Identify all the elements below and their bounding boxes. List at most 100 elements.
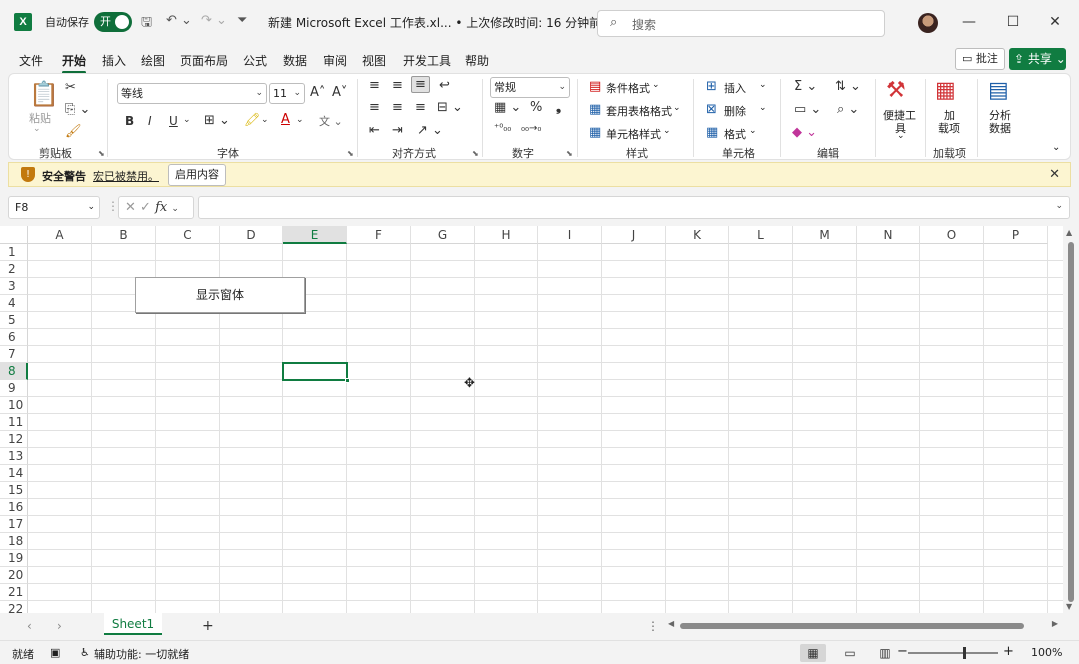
undo-icon[interactable]: ↶ ⌄ [166,13,192,28]
redo-icon[interactable]: ↷ ⌄ [201,13,227,28]
chevron-down-icon[interactable]: ⌄ [183,115,191,125]
row-header[interactable]: 14 [0,465,28,482]
copy-icon[interactable]: ⎘ ⌄ [65,102,90,117]
show-form-button[interactable]: 显示窗体 [135,277,305,313]
column-header[interactable]: J [602,226,666,244]
find-select-icon[interactable]: ⌕ ⌄ [837,102,859,117]
column-header[interactable]: O [920,226,984,244]
scroll-right-icon[interactable]: ▶ [1052,619,1058,628]
column-header[interactable]: A [28,226,92,244]
document-title[interactable]: 新建 Microsoft Excel 工作表.xl... • 上次修改时间: 1… [268,14,614,31]
page-break-view-icon[interactable]: ▥ [872,644,898,662]
conditional-format-button[interactable]: 条件格式 [606,80,650,96]
comments-button[interactable]: ▭ 批注 [955,48,1005,70]
tab-developer[interactable]: 开发工具 [403,52,451,69]
percent-icon[interactable]: % [530,100,542,115]
row-header[interactable]: 10 [0,397,28,414]
maximize-button[interactable]: ☐ [998,10,1028,34]
column-header[interactable]: P [984,226,1048,244]
vertical-scrollbar[interactable]: ▲ ▼ [1063,226,1079,613]
vertical-scroll-thumb[interactable] [1068,242,1074,602]
align-center-icon[interactable]: ≡ [392,100,403,115]
row-header[interactable]: 9 [0,380,28,397]
cell-styles-button[interactable]: 单元格样式 [606,126,661,142]
chevron-down-icon[interactable]: ⌄ [759,80,767,90]
cut-icon[interactable]: ✂ [65,80,76,95]
currency-icon[interactable]: ▦ ⌄ [494,100,521,115]
column-header[interactable]: M [793,226,857,244]
clipboard-launcher-icon[interactable]: ⬊ [98,149,105,158]
decrease-font-icon[interactable]: A˅ [332,85,347,100]
column-header[interactable]: L [729,226,793,244]
column-header[interactable]: F [347,226,411,244]
worksheet-grid[interactable]: A B C D E F G H I J K L M N O P 1 2 3 4 5 6 7 8 9 10 11 12 13 14 15 16 1… [0,226,1063,613]
chevron-down-icon[interactable]: ⌄ [673,103,681,113]
align-bottom-icon[interactable]: ≡ [411,76,430,93]
cancel-icon[interactable]: ✕ [125,200,136,215]
save-icon[interactable]: 🖫 [141,13,152,35]
number-launcher-icon[interactable]: ⬊ [566,149,573,158]
insert-function-icon[interactable]: fx [155,200,167,215]
close-icon[interactable]: ✕ [1049,167,1060,182]
fill-handle[interactable] [345,378,350,383]
tab-draw[interactable]: 绘图 [141,52,165,69]
normal-view-icon[interactable]: ▦ [800,644,826,662]
name-box[interactable]: F8 ⌄ [8,196,100,219]
increase-font-icon[interactable]: A˄ [310,85,325,100]
customize-qat-icon[interactable]: ⏷ [237,13,247,28]
font-color-icon[interactable]: A [281,112,290,127]
bold-icon[interactable]: B [125,114,134,128]
font-size-combo[interactable]: 11 ⌄ [269,83,305,104]
column-header[interactable]: H [475,226,538,244]
row-header[interactable]: 6 [0,329,28,346]
row-header[interactable]: 13 [0,448,28,465]
row-header[interactable]: 17 [0,516,28,533]
zoom-out-icon[interactable]: − [897,644,908,659]
increase-decimal-icon[interactable]: ⁺⁰₀₀ [494,123,511,134]
tab-home[interactable]: 开始 [62,52,87,74]
fill-icon[interactable]: ▭ ⌄ [794,102,821,117]
row-header[interactable]: 15 [0,482,28,499]
format-as-table-button[interactable]: 套用表格格式 [606,103,672,119]
decrease-indent-icon[interactable]: ⇤ [369,123,380,138]
horizontal-scroll-thumb[interactable] [680,623,1024,629]
sheet-tab[interactable]: Sheet1 [104,613,162,635]
paste-icon[interactable]: 📋 [29,80,59,108]
scroll-down-icon[interactable]: ▼ [1066,602,1072,611]
sort-filter-icon[interactable]: ⇅ ⌄ [835,79,861,94]
zoom-level[interactable]: 100% [1031,646,1062,659]
column-header[interactable]: I [538,226,602,244]
analyze-data-icon[interactable]: ▤ [988,78,1009,103]
row-header[interactable]: 3 [0,278,28,295]
prev-sheet-icon[interactable]: ‹ [27,619,32,633]
addins-label-2[interactable]: 载项 [938,120,960,136]
font-launcher-icon[interactable]: ⬊ [347,149,354,158]
column-header[interactable]: E [283,226,347,244]
chevron-down-icon[interactable]: ⌄ [759,103,767,113]
underline-icon[interactable]: U [169,114,178,128]
insert-button[interactable]: 插入 [724,80,746,96]
more-options-icon[interactable]: ⋮ [647,619,659,633]
security-message[interactable]: 宏已被禁用。 [93,168,159,184]
merge-center-icon[interactable]: ⊟ ⌄ [437,100,463,115]
row-header[interactable]: 11 [0,414,28,431]
row-header[interactable]: 1 [0,244,28,261]
delete-button[interactable]: 删除 [724,103,746,119]
enable-content-button[interactable]: 启用内容 [168,164,226,186]
number-format-combo[interactable]: 常规 ⌄ [490,77,570,98]
column-header[interactable]: N [857,226,920,244]
enter-icon[interactable]: ✓ [140,200,151,215]
quick-tools-icon[interactable]: ⚒ [886,78,906,103]
collapse-ribbon-icon[interactable]: ⌄ [1052,142,1060,153]
chevron-down-icon[interactable]: ⌄ [663,126,671,136]
add-sheet-icon[interactable]: + [202,618,214,634]
expand-formula-icon[interactable]: ⌄ [1055,201,1063,211]
selected-cell[interactable] [282,362,350,383]
next-sheet-icon[interactable]: › [57,619,62,633]
addins-icon[interactable]: ▦ [935,78,956,103]
zoom-slider-thumb[interactable] [963,647,966,659]
borders-icon[interactable]: ⊞ ⌄ [204,113,230,128]
row-header[interactable]: 2 [0,261,28,278]
format-painter-icon[interactable]: 🖌 [65,124,82,139]
comma-style-icon[interactable]: ❟ [556,100,561,115]
